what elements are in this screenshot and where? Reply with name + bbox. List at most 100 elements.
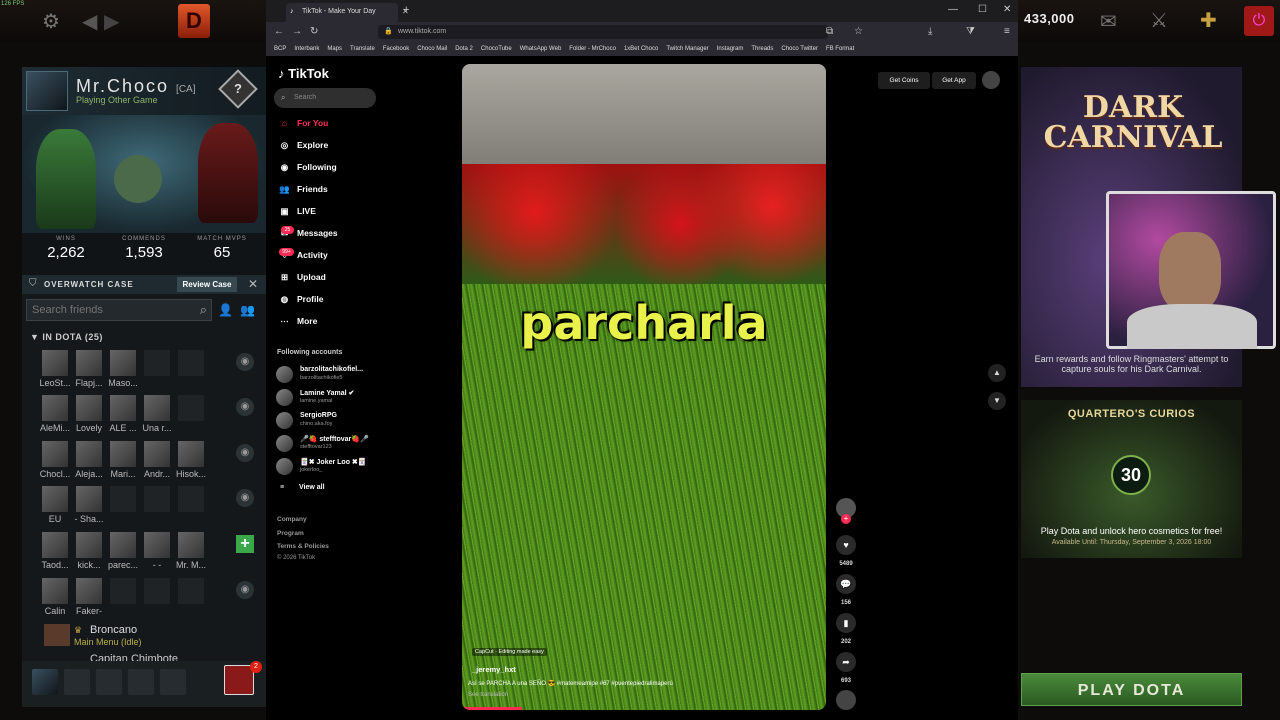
plus-icon[interactable]: ✚: [1200, 8, 1217, 33]
friend-slot[interactable]: [110, 441, 136, 467]
back-icon[interactable]: ←: [274, 26, 284, 37]
friend-name[interactable]: Maso...: [104, 378, 142, 388]
bookmark-item[interactable]: Instagram: [717, 42, 744, 56]
friend-slot[interactable]: [42, 578, 68, 604]
video-player[interactable]: parcharla CapCut · Editing made easy _je…: [462, 64, 826, 710]
friend-slot[interactable]: [76, 395, 102, 421]
window-close-icon[interactable]: ✕: [1003, 4, 1011, 15]
party-slot[interactable]: [96, 669, 122, 695]
capcut-tag[interactable]: CapCut · Editing made easy: [472, 648, 547, 656]
bookmark-item[interactable]: Translate: [350, 42, 375, 56]
share-icon[interactable]: ➦: [836, 652, 856, 672]
friend-slot[interactable]: [76, 350, 102, 376]
nav-for-you[interactable]: ⌂ For You: [278, 118, 328, 128]
party-slot[interactable]: [160, 669, 186, 695]
friend-slot[interactable]: [110, 486, 136, 512]
minimize-icon[interactable]: —: [948, 4, 958, 15]
following-account-item[interactable]: 🃏✖ Joker Loo ✖🃏 jokerloo_: [276, 456, 376, 478]
following-account-item[interactable]: Lamine Yamal ✔ lamine.yamal: [276, 387, 376, 409]
avatar[interactable]: [26, 71, 68, 111]
following-account-item[interactable]: SergioRPG chino.aka.foy: [276, 410, 376, 432]
bookmark-item[interactable]: Folder - MrChoco: [569, 42, 616, 56]
friend-slot[interactable]: [178, 441, 204, 467]
party-slot-self[interactable]: [32, 669, 58, 695]
friend-slot[interactable]: [144, 350, 170, 376]
chevron-down-icon[interactable]: ▼: [988, 392, 1006, 410]
dota-logo-icon[interactable]: D: [178, 4, 210, 38]
back-arrow-icon[interactable]: ◀: [82, 9, 97, 34]
bookmark-item[interactable]: Interbank: [294, 42, 319, 56]
forward-arrow-icon[interactable]: ▶: [104, 9, 119, 34]
spectate-eye-icon[interactable]: ◉: [236, 353, 254, 371]
friend-name[interactable]: Lovely: [70, 423, 108, 433]
nav-profile[interactable]: ◍ Profile: [278, 294, 324, 305]
rank-badge-icon[interactable]: ?: [218, 69, 258, 109]
mail-icon[interactable]: ✉: [1100, 9, 1117, 34]
friend-slot[interactable]: [178, 532, 204, 558]
tiktok-search-input[interactable]: ⌕ Search: [274, 88, 376, 108]
friend-slot[interactable]: [76, 532, 102, 558]
avatar[interactable]: [44, 624, 70, 646]
friend-slot[interactable]: [42, 486, 68, 512]
friend-slot[interactable]: [144, 532, 170, 558]
bookmark-item[interactable]: Dota 2: [455, 42, 473, 56]
profile-name[interactable]: Mr.Choco [CA]: [76, 76, 196, 97]
video-author[interactable]: _jeremy_hxt: [472, 665, 516, 674]
add-party-button[interactable]: +: [236, 535, 254, 553]
search-friends-field[interactable]: ⌕: [26, 299, 212, 321]
see-translation-link[interactable]: See translation: [468, 692, 508, 698]
menu-icon[interactable]: ≡: [1004, 26, 1010, 37]
bookmark-item[interactable]: Maps: [327, 42, 342, 56]
friend-name[interactable]: - -: [138, 560, 176, 570]
spectate-eye-icon[interactable]: ◉: [236, 581, 254, 599]
friend-name[interactable]: EU: [36, 514, 74, 524]
bookmark-star-icon[interactable]: ☆: [854, 26, 863, 37]
bookmark-item[interactable]: BCP: [274, 42, 286, 56]
friend-slot[interactable]: [76, 441, 102, 467]
friend-slot[interactable]: [42, 350, 68, 376]
friend-name[interactable]: AleMi...: [36, 423, 74, 433]
friend-name[interactable]: LeoSt...: [36, 378, 74, 388]
footer-terms[interactable]: Terms & Policies: [277, 543, 329, 550]
friend-slot[interactable]: [110, 532, 136, 558]
friend-name[interactable]: ALE ...: [104, 423, 142, 433]
picture-in-picture-icon[interactable]: ⧉: [826, 26, 833, 37]
friends-list-icon[interactable]: 👥: [240, 303, 255, 317]
friend-slot[interactable]: [110, 395, 136, 421]
spectate-eye-icon[interactable]: ◉: [236, 489, 254, 507]
friend-name[interactable]: Mr. M...: [172, 560, 210, 570]
bookmark-item[interactable]: WhatsApp Web: [520, 42, 562, 56]
nav-upload[interactable]: ⊞ Upload: [278, 272, 326, 283]
friend-name[interactable]: parec...: [104, 560, 142, 570]
close-icon[interactable]: ✕: [248, 277, 258, 291]
forward-icon[interactable]: →: [292, 26, 302, 37]
hero-showcase[interactable]: [22, 115, 266, 233]
chevron-up-icon[interactable]: ▲: [988, 364, 1006, 382]
friend-slot[interactable]: [144, 486, 170, 512]
friend-slot[interactable]: [178, 578, 204, 604]
get-app-button[interactable]: Get App: [932, 72, 976, 89]
armory-icon[interactable]: ⚔: [1150, 8, 1168, 33]
nav-more[interactable]: ⋯ More: [278, 316, 317, 327]
friend-name[interactable]: kick...: [70, 560, 108, 570]
bookmark-item[interactable]: FB Format: [826, 42, 854, 56]
bookmark-item[interactable]: Choco Mail: [417, 42, 447, 56]
avatar[interactable]: [982, 71, 1000, 89]
friend-name[interactable]: Una r...: [138, 423, 176, 433]
friend-name[interactable]: Aleja...: [70, 469, 108, 479]
maximize-icon[interactable]: ☐: [978, 4, 987, 15]
friend-name[interactable]: Mari...: [104, 469, 142, 479]
view-all-link[interactable]: View all: [299, 484, 325, 491]
bookmark-item[interactable]: ChocoTube: [481, 42, 512, 56]
friend-slot[interactable]: [42, 395, 68, 421]
following-account-item[interactable]: 🎤🍓 stefftovar🍓🎤 stefftovar123: [276, 433, 376, 455]
bookmark-item[interactable]: 1xBet Choco: [624, 42, 658, 56]
group-header-in-dota[interactable]: ▼ IN DOTA (25): [30, 332, 103, 342]
party-slot[interactable]: [64, 669, 90, 695]
friend-slot[interactable]: [144, 578, 170, 604]
video-progress[interactable]: [462, 707, 522, 710]
friend-slot[interactable]: [178, 395, 204, 421]
bookmark-item[interactable]: Threads: [751, 42, 773, 56]
footer-company[interactable]: Company: [277, 516, 307, 523]
friend-slot[interactable]: [42, 532, 68, 558]
